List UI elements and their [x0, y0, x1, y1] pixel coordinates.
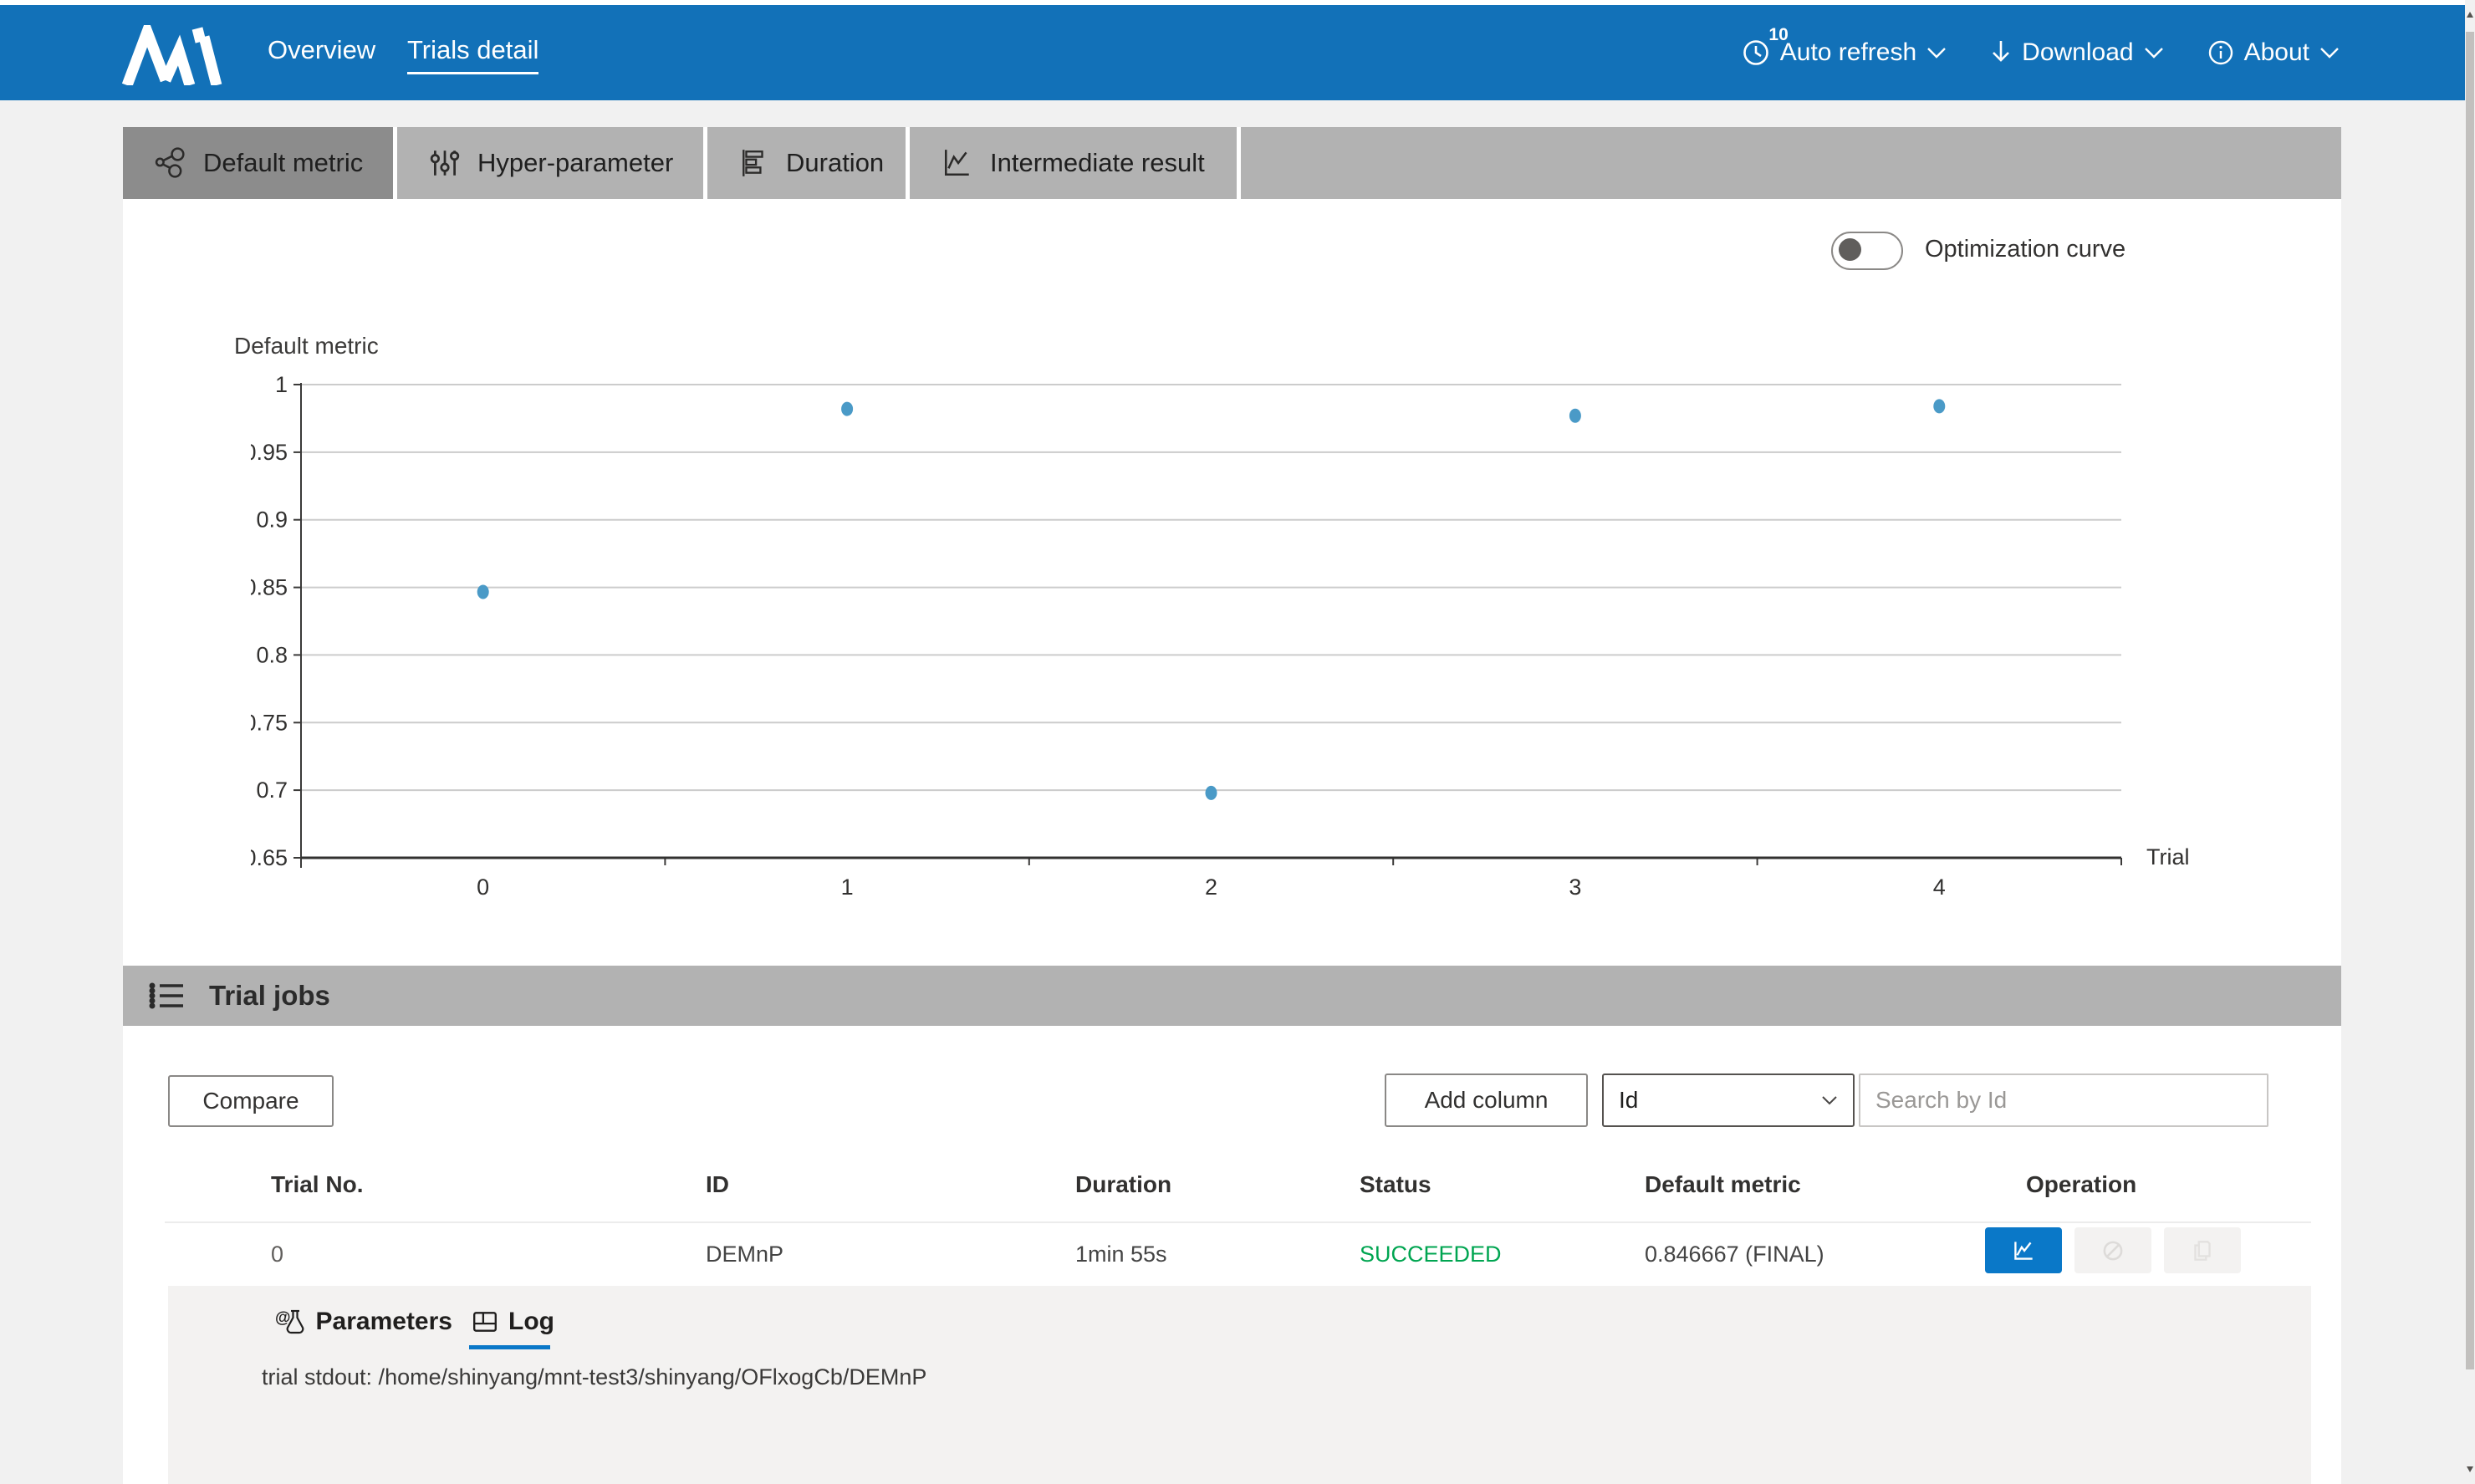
- auto-refresh-interval-badge: 10: [1768, 25, 1788, 45]
- flask-icon: @: [275, 1308, 306, 1335]
- vertical-scrollbar[interactable]: [2465, 0, 2475, 1484]
- svg-text:Trial: Trial: [2146, 844, 2190, 869]
- tab-default-metric[interactable]: Default metric: [123, 127, 393, 199]
- copy-icon: [2189, 1237, 2216, 1264]
- svg-text:4: 4: [1933, 875, 1946, 900]
- search-filter-selected: Id: [1619, 1087, 1821, 1114]
- svg-text:0.65: 0.65: [251, 845, 288, 870]
- scroll-up-arrow-icon[interactable]: [2467, 12, 2473, 18]
- metric-tabbar: Default metric Hyper-parameter Duration: [123, 127, 2341, 199]
- cell-id: DEMnP: [706, 1242, 783, 1267]
- search-input[interactable]: [1859, 1073, 2268, 1127]
- svg-text:0.75: 0.75: [251, 710, 288, 735]
- intermediate-result-button[interactable]: [1985, 1227, 2062, 1273]
- nav-link-overview[interactable]: Overview: [268, 35, 375, 72]
- about-menu[interactable]: About: [2207, 38, 2340, 67]
- trial-stdout-path: trial stdout: /home/shinyang/mnt-test3/s…: [262, 1364, 926, 1390]
- chevron-down-icon: [1821, 1095, 1838, 1105]
- top-nav: Overview Trials detail 10 Auto refresh D…: [0, 5, 2465, 100]
- nni-logo[interactable]: [121, 25, 227, 85]
- trial-jobs-title: Trial jobs: [209, 980, 330, 1012]
- svg-text:2: 2: [1205, 875, 1217, 900]
- tabbar-filler: [1241, 127, 2341, 199]
- svg-text:0.8: 0.8: [256, 642, 288, 667]
- cell-status status-badge: SUCCEEDED: [1360, 1242, 1502, 1267]
- detail-tab-label: Log: [508, 1308, 554, 1336]
- info-icon: [2207, 39, 2234, 66]
- auto-refresh-menu[interactable]: 10 Auto refresh: [1742, 38, 1947, 67]
- copy-trial-button[interactable]: [2164, 1227, 2241, 1273]
- block-icon: [2100, 1237, 2126, 1264]
- svg-text:1: 1: [841, 875, 854, 900]
- svg-text:0.7: 0.7: [256, 778, 288, 803]
- col-header-default-metric[interactable]: Default metric: [1645, 1171, 1801, 1198]
- kill-trial-button[interactable]: [2074, 1227, 2151, 1273]
- tab-intermediate-result[interactable]: Intermediate result: [910, 127, 1237, 199]
- cell-default-metric: 0.846667 (FINAL): [1645, 1242, 1824, 1267]
- tab-label: Default metric: [203, 148, 363, 178]
- sliders-icon: [429, 147, 461, 179]
- optimization-curve-label: Optimization curve: [1925, 236, 2125, 263]
- nav-link-trials-detail[interactable]: Trials detail: [407, 35, 538, 74]
- auto-refresh-label: Auto refresh: [1780, 38, 1916, 67]
- log-window-icon: [472, 1309, 498, 1334]
- trial-jobs-section-bar: Trial jobs: [123, 966, 2341, 1026]
- tab-log[interactable]: Log: [472, 1308, 554, 1336]
- svg-text:0.85: 0.85: [251, 575, 288, 600]
- default-metric-scatter-chart[interactable]: 1 0.95 0.9 0.85 0.8 0.75 0.7 0.65 0 1 2 3 4 Trial: [251, 351, 2199, 910]
- download-icon: [1990, 39, 2012, 66]
- chevron-down-icon: [2319, 47, 2340, 59]
- header-separator: [165, 1221, 2311, 1223]
- cell-trial-no: 0: [271, 1242, 283, 1267]
- about-label: About: [2244, 38, 2309, 67]
- search-filter-dropdown[interactable]: Id: [1602, 1073, 1855, 1127]
- add-column-button[interactable]: Add column: [1385, 1073, 1588, 1127]
- tab-parameters[interactable]: @ Parameters: [275, 1308, 452, 1336]
- line-chart-icon: [942, 147, 973, 179]
- svg-text:0.95: 0.95: [251, 440, 288, 465]
- col-header-duration[interactable]: Duration: [1075, 1171, 1171, 1198]
- scatter-icon: [155, 147, 186, 179]
- download-label: Download: [2022, 38, 2133, 67]
- list-icon: [149, 980, 186, 1012]
- line-chart-icon: [2010, 1237, 2037, 1264]
- svg-text:1: 1: [275, 372, 288, 397]
- scroll-down-arrow-icon[interactable]: [2467, 1466, 2473, 1472]
- download-menu[interactable]: Download: [1990, 38, 2163, 67]
- tab-label: Hyper-parameter: [477, 148, 673, 178]
- detail-tab-label: Parameters: [316, 1308, 452, 1336]
- app-root: Overview Trials detail 10 Auto refresh D…: [0, 0, 2475, 1484]
- svg-text:3: 3: [1569, 875, 1581, 900]
- clock-icon: 10: [1742, 38, 1770, 67]
- svg-text:0: 0: [477, 875, 489, 900]
- tab-duration[interactable]: Duration: [707, 127, 906, 199]
- optimization-curve-toggle[interactable]: [1831, 232, 1903, 270]
- tab-label: Intermediate result: [990, 148, 1205, 178]
- col-header-id[interactable]: ID: [706, 1171, 729, 1198]
- chevron-down-icon: [2144, 47, 2164, 59]
- toggle-knob: [1839, 238, 1861, 261]
- tab-label: Duration: [786, 148, 884, 178]
- trial-jobs-card: Compare Add column Id Trial No. ID Durat…: [123, 1026, 2341, 1484]
- bar-chart-icon: [739, 148, 769, 178]
- col-header-operation[interactable]: Operation: [2026, 1171, 2136, 1198]
- default-metric-panel: Optimization curve Default metric 10.950…: [123, 199, 2341, 966]
- cell-duration: 1min 55s: [1075, 1242, 1167, 1267]
- col-header-status[interactable]: Status: [1360, 1171, 1431, 1198]
- tab-hyper-parameter[interactable]: Hyper-parameter: [397, 127, 703, 199]
- scrollbar-thumb[interactable]: [2466, 32, 2474, 1369]
- svg-text:0.9: 0.9: [256, 507, 288, 533]
- trial-detail-panel: @ Parameters Log trial stdout: /home/shi…: [168, 1286, 2311, 1484]
- nav-right-group: 10 Auto refresh Download About: [1742, 5, 2340, 100]
- col-header-trial-no[interactable]: Trial No.: [271, 1171, 363, 1198]
- compare-button[interactable]: Compare: [168, 1075, 334, 1127]
- chevron-down-icon: [1926, 47, 1947, 59]
- active-tab-underline: [469, 1345, 550, 1349]
